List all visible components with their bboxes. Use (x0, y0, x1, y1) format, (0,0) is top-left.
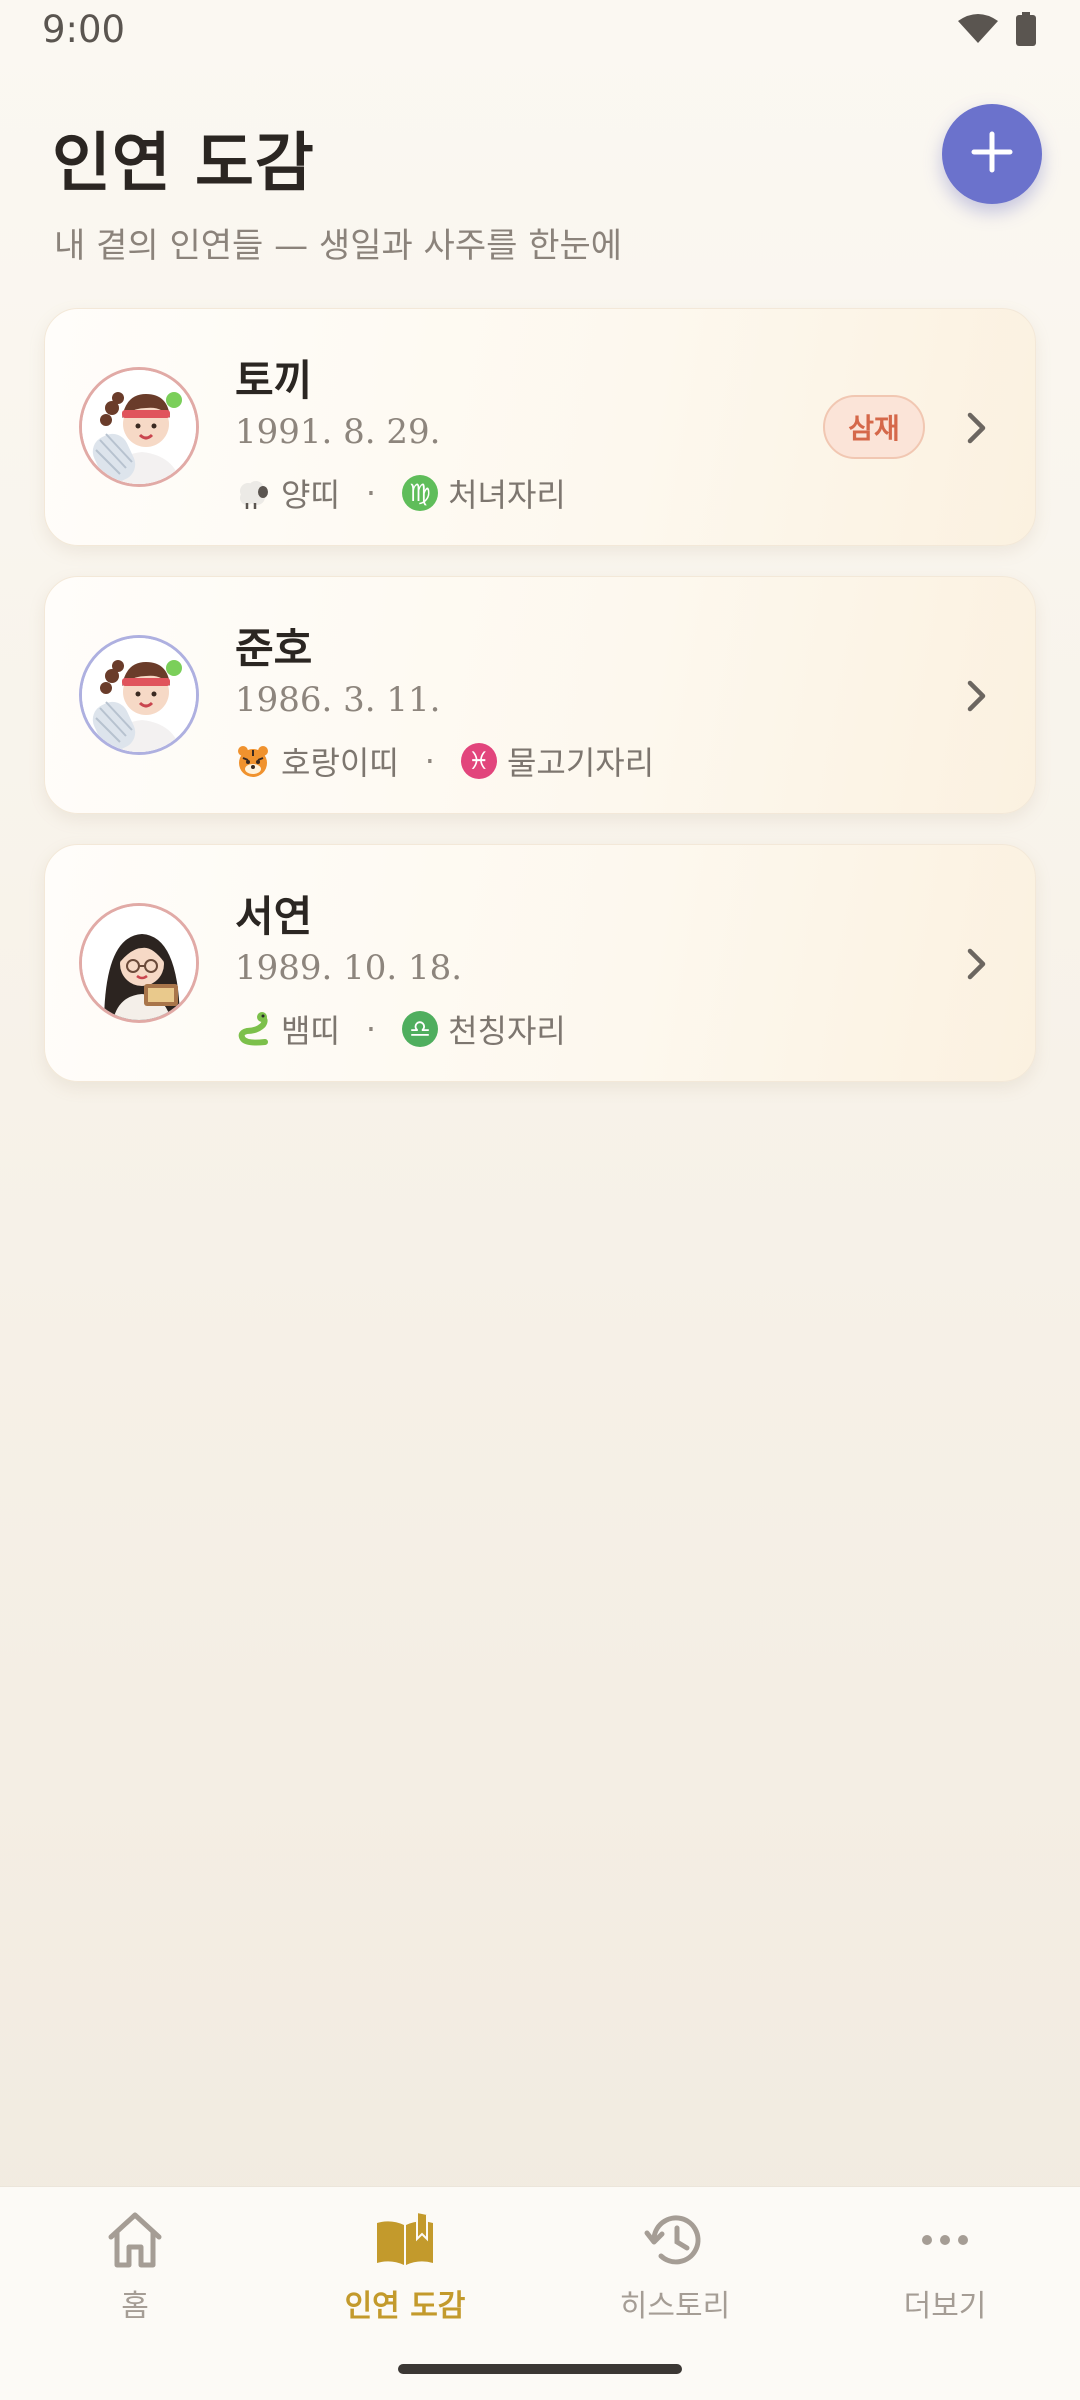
contact-list: 토끼 1991. 8. 29. 양띠 · ♍ 처녀자리 삼재 준호 1986. … (44, 308, 1036, 1112)
pisces-icon: ♓ (460, 743, 497, 779)
more-icon (915, 2209, 975, 2271)
wifi-icon (958, 13, 998, 45)
nav-item-more[interactable]: 더보기 (845, 2209, 1045, 2329)
contact-name: 서연 (235, 892, 313, 941)
nav-label: 히스토리 (619, 2289, 731, 2324)
zodiac-animal: 양띠 (281, 476, 340, 514)
zodiac-sign: 천칭자리 (448, 1012, 566, 1050)
avatar (79, 367, 199, 487)
status-badge: 삼재 (823, 395, 925, 459)
nav-item-home[interactable]: 홈 (35, 2209, 235, 2329)
status-icons (958, 12, 1036, 46)
nav-label: 홈 (121, 2289, 149, 2324)
chevron-right-icon (961, 679, 991, 713)
zodiac-sign: 물고기자리 (506, 744, 655, 782)
contact-meta: 뱀띠 · ♎ 천칭자리 (235, 1006, 566, 1052)
contact-meta: 양띠 · ♍ 처녀자리 (235, 470, 566, 516)
chevron-right-icon (961, 947, 991, 981)
home-icon (105, 2209, 165, 2271)
page-subtitle: 내 곁의 인연들 — 생일과 사주를 한눈에 (54, 226, 623, 266)
chevron-right-icon (961, 411, 991, 445)
battery-icon (1016, 12, 1036, 46)
book-icon (373, 2209, 437, 2271)
contact-name: 준호 (235, 624, 313, 673)
status-time: 9:00 (42, 8, 126, 51)
contact-card[interactable]: 준호 1986. 3. 11. 호랑이띠 · ♓ 물고기자리 (44, 576, 1036, 814)
sheep-icon (235, 475, 271, 511)
avatar (79, 903, 199, 1023)
contact-name: 토끼 (235, 356, 313, 405)
libra-icon: ♎ (402, 1011, 439, 1047)
nav-item-history[interactable]: 히스토리 (575, 2209, 775, 2329)
add-contact-button[interactable] (942, 104, 1042, 204)
meta-separator: · (424, 742, 435, 780)
meta-separator: · (365, 1010, 377, 1048)
contact-birthdate: 1986. 3. 11. (235, 680, 441, 720)
contact-card[interactable]: 서연 1989. 10. 18. 뱀띠 · ♎ 천칭자리 (44, 844, 1036, 1082)
contact-birthdate: 1991. 8. 29. (235, 412, 441, 452)
nav-item-contacts[interactable]: 인연 도감 (305, 2209, 505, 2329)
virgo-icon: ♍ (402, 475, 439, 511)
home-indicator[interactable] (398, 2364, 682, 2374)
status-bar: 9:00 (0, 0, 1080, 62)
zodiac-animal: 뱀띠 (281, 1012, 340, 1050)
page-title: 인연 도감 (52, 127, 315, 201)
avatar (79, 635, 199, 755)
tiger-icon (235, 743, 271, 779)
contact-card[interactable]: 토끼 1991. 8. 29. 양띠 · ♍ 처녀자리 삼재 (44, 308, 1036, 546)
contact-meta: 호랑이띠 · ♓ 물고기자리 (235, 738, 654, 784)
contact-birthdate: 1989. 10. 18. (235, 948, 463, 988)
nav-label: 인연 도감 (344, 2289, 466, 2324)
snake-icon (235, 1011, 271, 1047)
plus-icon (970, 130, 1014, 178)
zodiac-animal: 호랑이띠 (281, 744, 399, 782)
zodiac-sign: 처녀자리 (448, 476, 566, 514)
meta-separator: · (365, 474, 377, 512)
nav-label: 더보기 (903, 2289, 987, 2324)
history-icon (644, 2209, 706, 2271)
